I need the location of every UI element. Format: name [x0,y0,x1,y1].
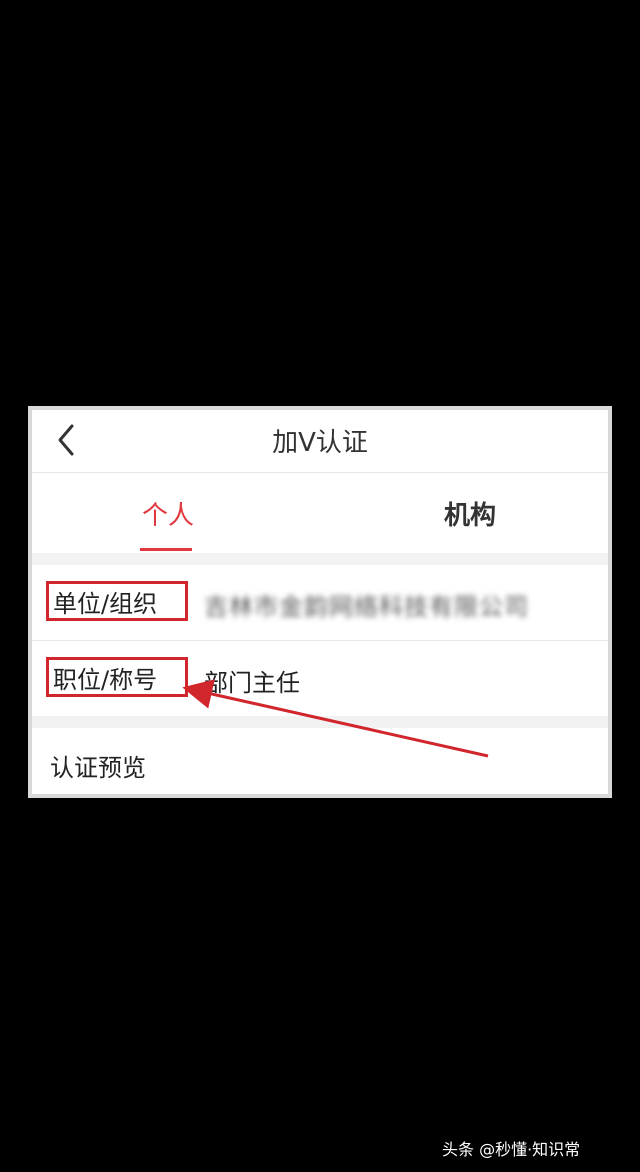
active-tab-indicator [140,548,192,551]
black-letterbox: 加V认证 个人 机构 单位/组织 吉林市金韵网络科技有限公司 职位/称号 部门主… [0,0,640,1172]
org-row[interactable]: 单位/组织 吉林市金韵网络科技有限公司 [32,565,608,641]
section-divider [32,553,608,565]
app-screenshot: 加V认证 个人 机构 单位/组织 吉林市金韵网络科技有限公司 职位/称号 部门主… [28,406,612,798]
page-title: 加V认证 [272,428,368,458]
watermark: 头条 @秒懂·知识常 [442,1140,581,1159]
section-divider [32,716,608,728]
org-label: 单位/组织 [46,581,188,621]
title-label: 职位/称号 [46,657,188,697]
preview-row[interactable]: 认证预览 [32,728,608,794]
tab-personal[interactable]: 个人 [140,495,196,532]
org-value-blurred[interactable]: 吉林市金韵网络科技有限公司 [204,587,529,622]
tab-organization[interactable]: 机构 [442,495,498,532]
title-row[interactable]: 职位/称号 部门主任 [32,641,608,716]
title-value[interactable]: 部门主任 [204,663,300,698]
tab-bar: 个人 机构 [32,473,608,553]
nav-bar: 加V认证 [32,410,608,473]
preview-label: 认证预览 [50,754,146,782]
